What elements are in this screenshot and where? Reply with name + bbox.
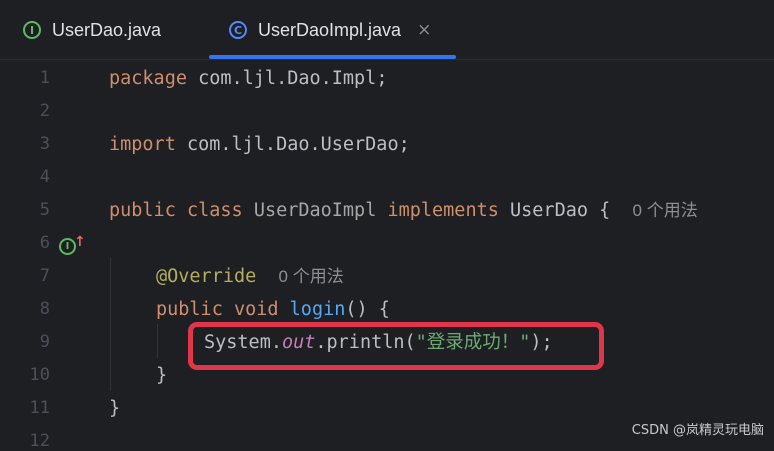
code-line-11[interactable]: } (109, 392, 120, 425)
package-name: com.ljl.Dao.Impl; (186, 68, 388, 89)
closing-brace: } (156, 365, 168, 386)
keyword: public (156, 299, 223, 320)
code-line-5[interactable]: public class UserDaoImpl implements User… (109, 194, 698, 227)
import-path: com.ljl.Dao.UserDao; (175, 134, 410, 155)
method-name: login (289, 299, 346, 320)
keyword: class (186, 200, 243, 221)
active-tab-indicator (209, 55, 456, 59)
red-highlight-box (188, 322, 604, 370)
class-name: UserDaoImpl (253, 200, 377, 221)
tab-userdao-java[interactable]: I UserDao.java (23, 0, 161, 60)
usage-hint[interactable]: 0 个用法 (633, 201, 698, 220)
keyword: import (109, 134, 176, 155)
method-signature: () { (345, 299, 390, 320)
indent-guide (110, 258, 111, 391)
code-line-3[interactable]: import com.ljl.Dao.UserDao; (109, 128, 410, 161)
keyword: package (109, 68, 187, 89)
interface-icon: I (23, 21, 41, 39)
code-line-7[interactable]: @Override 0 个用法 (156, 260, 344, 293)
tab-label: UserDao.java (52, 19, 162, 40)
code-line-10[interactable]: } (156, 359, 167, 392)
usage-hint[interactable]: 0 个用法 (279, 267, 344, 286)
brace: { (587, 200, 611, 221)
up-arrow-icon: ↑ (74, 234, 86, 250)
interface-name: UserDao (510, 200, 588, 221)
keyword: void (233, 299, 279, 320)
code-line-1[interactable]: package com.ljl.Dao.Impl; (109, 62, 387, 95)
annotation: @Override (156, 266, 257, 287)
keyword: implements (387, 200, 499, 221)
tab-userdaoimpl-java[interactable]: C UserDaoImpl.java × (229, 0, 431, 60)
keyword: public (109, 200, 176, 221)
close-icon[interactable]: × (417, 20, 431, 40)
indent-guide (157, 324, 158, 358)
closing-brace: } (109, 398, 121, 419)
editor-tab-bar: I UserDao.java C UserDaoImpl.java × (0, 0, 774, 60)
code-area[interactable]: package com.ljl.Dao.Impl; import com.ljl… (0, 60, 774, 444)
tab-label: UserDaoImpl.java (258, 19, 402, 40)
code-editor[interactable]: 1 2 3 4 5 6 7 8 9 10 11 12 package com.l… (0, 60, 774, 451)
watermark: CSDN @岚精灵玩电脑 (631, 423, 764, 438)
class-icon: C (229, 21, 247, 39)
